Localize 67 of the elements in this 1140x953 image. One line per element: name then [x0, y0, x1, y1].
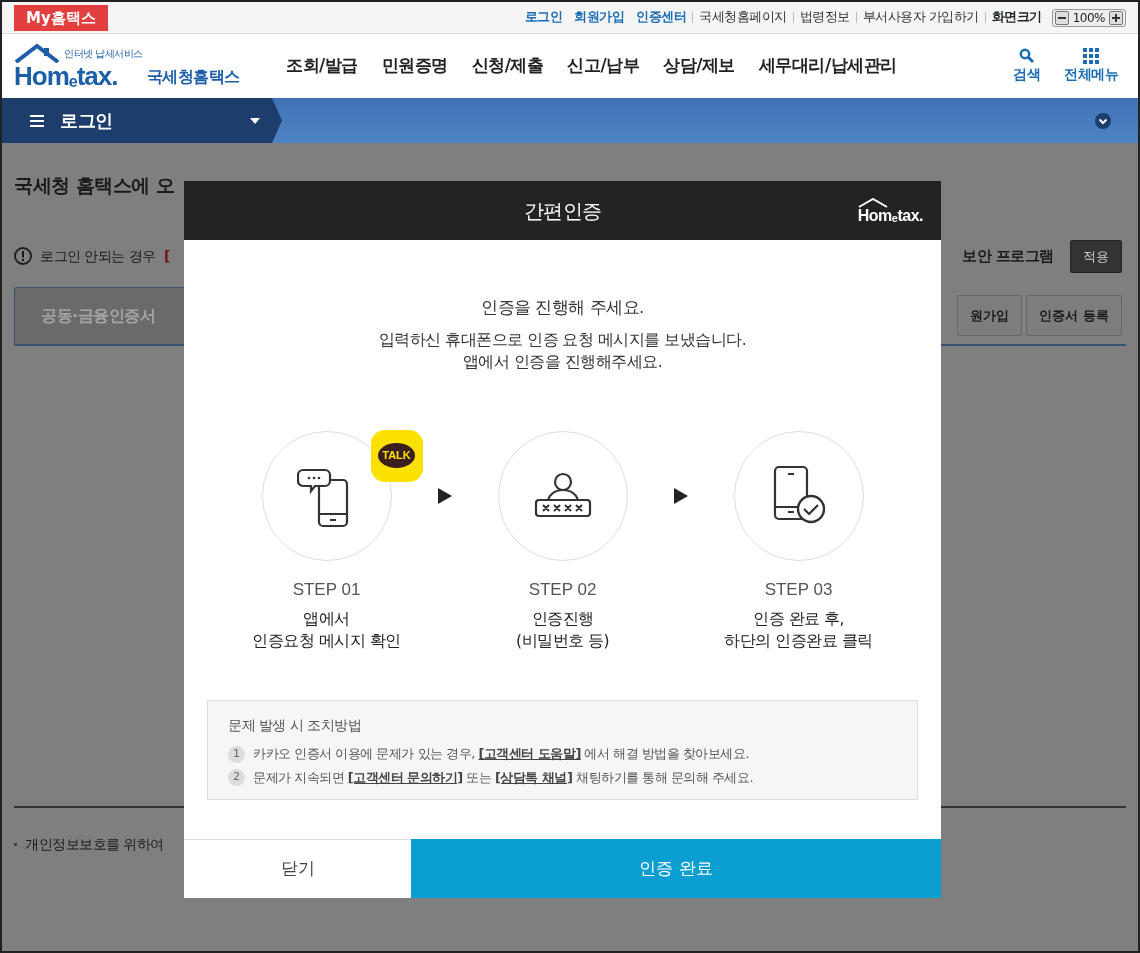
security-program-label: 보안 프로그램 — [962, 246, 1054, 267]
my-hometax-button[interactable]: My홈택스 — [14, 4, 108, 31]
caret-icon[interactable] — [250, 117, 260, 124]
minus-icon — [1057, 16, 1066, 19]
menu-icon[interactable] — [30, 114, 44, 127]
step-description: 인증 완료 후, — [753, 609, 844, 631]
alert-icon — [14, 247, 32, 266]
step-number: STEP 02 — [528, 578, 597, 601]
zoom-out-button[interactable] — [1054, 10, 1069, 25]
zoom-value: 100% — [1072, 9, 1105, 27]
help-title: 문제 발생 시 조치방법 — [228, 716, 363, 736]
page-button[interactable]: 인증서 등록 — [1026, 294, 1122, 336]
message-text: 앱에서 인증을 진행해주세요. — [462, 351, 663, 373]
login-menu-label: 로그인 — [60, 109, 113, 133]
arrow-right-icon — [435, 486, 454, 505]
help-link[interactable]: [상담톡 채널] — [494, 769, 573, 785]
house-roof-icon — [14, 43, 60, 63]
top-link[interactable]: 부서사용자 가입하기 — [856, 8, 985, 27]
step-number: STEP 01 — [292, 578, 361, 601]
menu-link[interactable]: 세무대리/납세관리 — [758, 53, 897, 79]
intro-text: 인증을 진행해 주세요. — [481, 297, 644, 319]
chevron-down-icon[interactable] — [1095, 112, 1111, 129]
help-link[interactable]: [고객센터 도움말] — [478, 746, 581, 762]
footnote-text: 개인정보보호를 위하여 — [25, 835, 164, 854]
login-menu-panel[interactable]: 로그인 — [2, 98, 282, 143]
help-text: 카카오 인증서 이용에 문제가 있는 경우, [고객센터 도움말] 에서 해결 방법을 찾아보세요. — [253, 745, 750, 764]
top-link[interactable]: 회원가입 — [568, 8, 631, 27]
dialog-title: 간편인증 — [523, 197, 602, 225]
apply-button[interactable]: 적용 — [1070, 239, 1122, 273]
step-number-badge: 2 — [228, 769, 245, 786]
zoom-in-button[interactable] — [1109, 10, 1123, 25]
zoom-label: 화면크기 — [990, 8, 1043, 27]
user-password-icon — [533, 471, 592, 520]
logo-tagline: 인터넷 납세서비스 — [64, 49, 143, 59]
step-description: 인증요청 메시지 확인 — [252, 631, 401, 653]
step-number: STEP 03 — [764, 578, 833, 601]
dialog-logo: Hom$_{e}$tax. — [857, 198, 923, 224]
search-icon[interactable] — [1018, 47, 1035, 64]
bullet-icon — [14, 843, 17, 846]
menu-link[interactable]: 민원증명 — [381, 53, 448, 79]
help-text: 문제가 지속되면 [고객센터 문의하기] 또는 [상담톡 채널] 채팅하기를 통해 문의해 주세요. — [253, 768, 754, 787]
menu-link[interactable]: 신고/납부 — [567, 53, 640, 79]
top-link[interactable]: 국세청홈페이지 — [693, 8, 793, 27]
notice-text: 로그인 안되는 경우 — [40, 246, 156, 266]
top-link[interactable]: 로그인 — [518, 8, 569, 27]
top-link[interactable]: 인증센터 — [630, 8, 693, 27]
top-link[interactable]: 법령정보 — [793, 8, 856, 27]
house-roof-icon — [857, 198, 888, 208]
step-description: (비밀번호 등) — [516, 631, 609, 653]
welcome-heading: 국세청 홈택스에 오 — [14, 173, 176, 198]
arrow-right-icon — [671, 486, 690, 505]
page-button[interactable]: 원가입 — [957, 294, 1023, 336]
step-description: 앱에서 — [303, 609, 350, 631]
step-description: 하단의 인증완료 클릭 — [724, 631, 873, 653]
menu-link[interactable]: 상담/제보 — [663, 53, 735, 79]
talk-badge: TALK — [370, 429, 423, 482]
menu-link[interactable]: 조회/발급 — [286, 53, 358, 79]
plus-icon — [1112, 13, 1120, 22]
help-link[interactable]: [고객센터 문의하기] — [347, 769, 463, 785]
step-description: 인증진행 — [531, 609, 594, 631]
grid-menu-icon[interactable] — [1083, 47, 1099, 64]
menu-link[interactable]: 신청/제출 — [471, 53, 544, 79]
step-number-badge: 1 — [228, 745, 245, 763]
all-menu-link[interactable]: 전체메뉴 — [1064, 63, 1118, 85]
logo-name: 국세청홈택스 — [146, 66, 240, 88]
search-link[interactable]: 검색 — [1013, 63, 1040, 85]
message-text: 입력하신 휴대폰으로 인증 요청 메시지를 보냈습니다. — [378, 329, 747, 351]
